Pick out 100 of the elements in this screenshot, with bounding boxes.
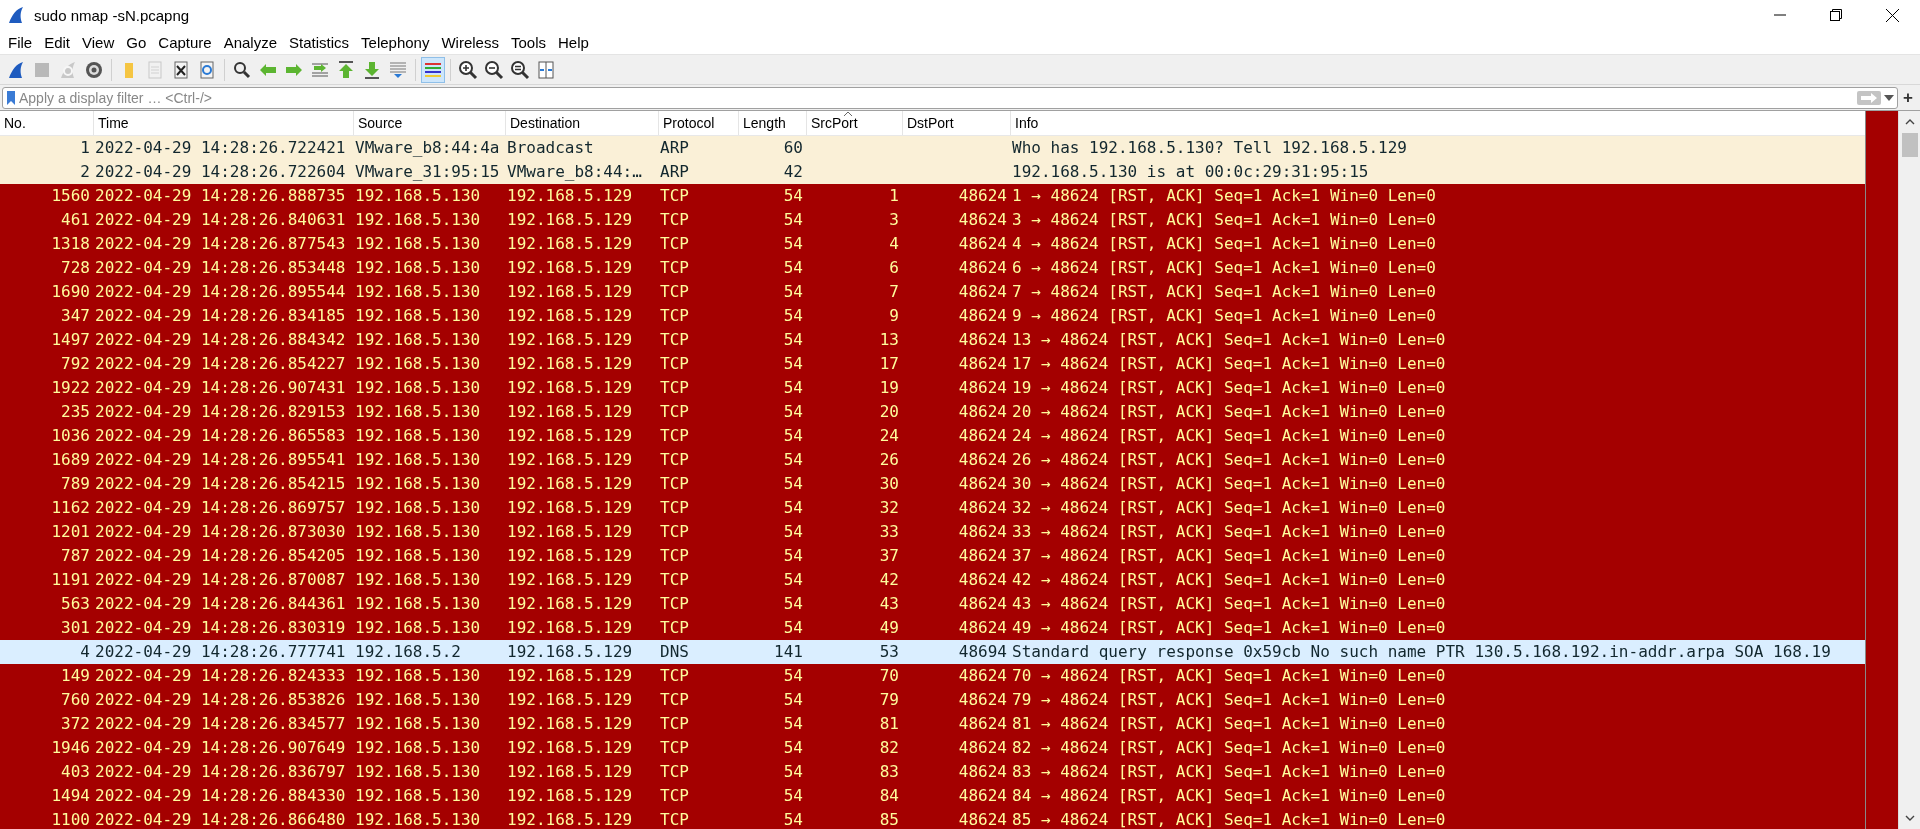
table-cell-text: 192.168.5.129 (506, 497, 634, 519)
packet-row[interactable]: 1162 2022-04-29 14:28:26.869757 192.168.5.130 192.168.5.129 TCP 54 32 48624 32 → 48624 [RST, ACK] Seq=1 Ack=1 Win=0 Len=0 (0, 496, 1865, 520)
packet-row[interactable]: 563 2022-04-29 14:28:26.844361 192.168.5.130 192.168.5.129 TCP 54 43 48624 43 → 48624 [RST, ACK] Seq=1 Ack=1 Win=0 Len=0 (0, 592, 1865, 616)
packet-row[interactable]: 1191 2022-04-29 14:28:26.870087 192.168.5.130 192.168.5.129 TCP 54 42 48624 42 → 48624 [RST, ACK] Seq=1 Ack=1 Win=0 Len=0 (0, 568, 1865, 592)
table-cell-text: 192.168.5.129 (506, 593, 634, 615)
packet-row[interactable]: 149 2022-04-29 14:28:26.824333 192.168.5.130 192.168.5.129 TCP 54 70 48624 70 → 48624 [RST, ACK] Seq=1 Ack=1 Win=0 Len=0 (0, 664, 1865, 688)
table-cell-text: 192.168.5.129 (506, 641, 634, 663)
packet-row[interactable]: 403 2022-04-29 14:28:26.836797 192.168.5.130 192.168.5.129 TCP 54 83 48624 83 → 48624 [RST, ACK] Seq=1 Ack=1 Win=0 Len=0 (0, 760, 1865, 784)
menu-item[interactable]: Statistics (283, 31, 356, 53)
packet-row[interactable]: 347 2022-04-29 14:28:26.834185 192.168.5.130 192.168.5.129 TCP 54 9 48624 9 → 48624 [RST, ACK] Seq=1 Ack=1 Win=0 Len=0 (0, 304, 1865, 328)
packet-row[interactable]: 1318 2022-04-29 14:28:26.877543 192.168.5.130 192.168.5.129 TCP 54 4 48624 4 → 48624 [RST, ACK] Seq=1 Ack=1 Win=0 Len=0 (0, 232, 1865, 256)
packet-row[interactable]: 728 2022-04-29 14:28:26.853448 192.168.5.130 192.168.5.129 TCP 54 6 48624 6 → 48624 [RST, ACK] Seq=1 Ack=1 Win=0 Len=0 (0, 256, 1865, 280)
menu-item[interactable]: View (76, 31, 121, 53)
menu-item[interactable]: Help (552, 31, 595, 53)
table-cell-text: 403 (60, 761, 91, 783)
table-cell-text: 42 (782, 161, 804, 183)
bookmark-button[interactable] (6, 89, 16, 106)
packet-row[interactable]: 372 2022-04-29 14:28:26.834577 192.168.5.130 192.168.5.129 TCP 54 81 48624 81 → 48624 [RST, ACK] Seq=1 Ack=1 Win=0 Len=0 (0, 712, 1865, 736)
packet-row[interactable]: 787 2022-04-29 14:28:26.854205 192.168.5.130 192.168.5.129 TCP 54 37 48624 37 → 48624 [RST, ACK] Seq=1 Ack=1 Win=0 Len=0 (0, 544, 1865, 568)
table-cell-text: TCP (659, 185, 690, 207)
table-cell-text: 192.168.5.129 (506, 545, 634, 567)
table-cell-text: 54 (782, 665, 804, 687)
packet-row[interactable]: 1560 2022-04-29 14:28:26.888735 192.168.5.130 192.168.5.129 TCP 54 1 48624 1 → 48624 [RST, ACK] Seq=1 Ack=1 Win=0 Len=0 (0, 184, 1865, 208)
add-filter-button[interactable]: + (1898, 87, 1918, 108)
column-header[interactable]: Destination (505, 111, 658, 135)
packet-row[interactable]: 789 2022-04-29 14:28:26.854215 192.168.5.130 192.168.5.129 TCP 54 30 48624 30 → 48624 [RST, ACK] Seq=1 Ack=1 Win=0 Len=0 (0, 472, 1865, 496)
column-header[interactable]: Length (738, 111, 806, 135)
menu-item[interactable]: Analyze (217, 31, 284, 53)
table-cell-text: 2022-04-29 14:28:26.836797 (94, 761, 347, 783)
table-cell-text: 42 → 48624 [RST, ACK] Seq=1 Ack=1 Win=0 Len=0 (1011, 569, 1447, 591)
table-cell-text: 1162 (50, 497, 91, 519)
packet-row[interactable]: 1494 2022-04-29 14:28:26.884330 192.168.5.130 192.168.5.129 TCP 54 84 48624 84 → 48624 [RST, ACK] Seq=1 Ack=1 Win=0 Len=0 (0, 784, 1865, 808)
column-header[interactable]: Protocol (658, 111, 738, 135)
packet-row[interactable]: 792 2022-04-29 14:28:26.854227 192.168.5.130 192.168.5.129 TCP 54 17 48624 17 → 48624 [RST, ACK] Seq=1 Ack=1 Win=0 Len=0 (0, 352, 1865, 376)
table-cell-text: TCP (659, 473, 690, 495)
column-header[interactable]: Source (353, 111, 505, 135)
table-cell-text: TCP (659, 593, 690, 615)
display-filter-field[interactable]: Apply a display filter … <Ctrl-/> (2, 86, 1899, 109)
table-cell-text: 192.168.5.130 (354, 401, 482, 423)
table-cell-text: TCP (659, 209, 690, 231)
packet-row[interactable]: 301 2022-04-29 14:28:26.830319 192.168.5.130 192.168.5.129 TCP 54 49 48624 49 → 48624 [RST, ACK] Seq=1 Ack=1 Win=0 Len=0 (0, 616, 1865, 640)
table-cell-text: 54 (782, 473, 804, 495)
document-icon (145, 59, 165, 80)
packet-row[interactable]: 1946 2022-04-29 14:28:26.907649 192.168.5.130 192.168.5.129 TCP 54 82 48624 82 → 48624 [RST, ACK] Seq=1 Ack=1 Win=0 Len=0 (0, 736, 1865, 760)
table-cell-text: 54 (782, 353, 804, 375)
table-cell-text: 54 (782, 521, 804, 543)
menu-item[interactable]: Tools (504, 31, 552, 53)
table-cell-text: TCP (659, 521, 690, 543)
packet-row[interactable]: 1497 2022-04-29 14:28:26.884342 192.168.5.130 192.168.5.129 TCP 54 13 48624 13 → 48624 [RST, ACK] Seq=1 Ack=1 Win=0 Len=0 (0, 328, 1865, 352)
table-cell-text: 24 → 48624 [RST, ACK] Seq=1 Ack=1 Win=0 Len=0 (1011, 425, 1447, 447)
table-cell-text: 192.168.5.129 (506, 377, 634, 399)
packet-row[interactable]: 2 2022-04-29 14:28:26.722604 VMware_31:95:15 VMware_b8:44:… ARP 42 192.168.5.130 is at 00:0c:29:31:95:15 (0, 160, 1865, 184)
column-header[interactable]: Time (93, 111, 353, 135)
table-cell-text: 7 → 48624 [RST, ACK] Seq=1 Ack=1 Win=0 Len=0 (1011, 281, 1437, 303)
table-cell-text: 192.168.5.130 (354, 569, 482, 591)
filter-input[interactable]: Apply a display filter … <Ctrl-/> (19, 89, 1855, 106)
table-cell-text: 33 → 48624 [RST, ACK] Seq=1 Ack=1 Win=0 Len=0 (1011, 521, 1447, 543)
packet-row[interactable]: 1689 2022-04-29 14:28:26.895541 192.168.5.130 192.168.5.129 TCP 54 26 48624 26 → 48624 [RST, ACK] Seq=1 Ack=1 Win=0 Len=0 (0, 448, 1865, 472)
menu-item[interactable]: Telephony (355, 31, 436, 53)
menu-item[interactable]: Wireless (435, 31, 505, 53)
packet-row[interactable]: 461 2022-04-29 14:28:26.840631 192.168.5.130 192.168.5.129 TCP 54 3 48624 3 → 48624 [RST, ACK] Seq=1 Ack=1 Win=0 Len=0 (0, 208, 1865, 232)
packet-row[interactable]: 1036 2022-04-29 14:28:26.865583 192.168.5.130 192.168.5.129 TCP 54 24 48624 24 → 48624 [RST, ACK] Seq=1 Ack=1 Win=0 Len=0 (0, 424, 1865, 448)
menu-item[interactable]: File (2, 31, 39, 53)
toolbar-button[interactable] (421, 56, 445, 83)
table-cell-text: 37 (878, 545, 900, 567)
scrollbar[interactable] (1898, 111, 1920, 829)
menu-item[interactable]: Edit (38, 31, 77, 53)
dropdown-button[interactable] (1884, 94, 1895, 101)
table-cell-text: 4 → 48624 [RST, ACK] Seq=1 Ack=1 Win=0 Len=0 (1011, 233, 1437, 255)
packet-row[interactable]: 1201 2022-04-29 14:28:26.873030 192.168.5.130 192.168.5.129 TCP 54 33 48624 33 → 48624 [RST, ACK] Seq=1 Ack=1 Win=0 Len=0 (0, 520, 1865, 544)
packet-row[interactable]: 4 2022-04-29 14:28:26.777741 192.168.5.2 192.168.5.129 DNS 141 53 48694 Standard query response 0x59cb No such name PTR 130.5.168.192.in-addr.arpa SOA 168.19 (0, 640, 1865, 664)
menu-item[interactable]: Capture (152, 31, 218, 53)
table-cell-text: TCP (659, 233, 690, 255)
packet-row[interactable]: 235 2022-04-29 14:28:26.829153 192.168.5.130 192.168.5.129 TCP 54 20 48624 20 → 48624 [RST, ACK] Seq=1 Ack=1 Win=0 Len=0 (0, 400, 1865, 424)
table-cell-text: 2022-04-29 14:28:26.895541 (94, 449, 347, 471)
table-cell-text: 54 (782, 713, 804, 735)
table-cell-text: 83 → 48624 [RST, ACK] Seq=1 Ack=1 Win=0 Len=0 (1011, 761, 1447, 783)
table-cell-text: 48624 (957, 737, 1008, 759)
table-cell-text: 79 (878, 689, 900, 711)
table-cell-text: 192.168.5.130 (354, 257, 482, 279)
packet-row[interactable]: 1922 2022-04-29 14:28:26.907431 192.168.5.130 192.168.5.129 TCP 54 19 48624 19 → 48624 [RST, ACK] Seq=1 Ack=1 Win=0 Len=0 (0, 376, 1865, 400)
table-cell-text: 54 (782, 569, 804, 591)
packet-row[interactable]: 1100 2022-04-29 14:28:26.866480 192.168.5.130 192.168.5.129 TCP 54 85 48624 85 → 48624 [RST, ACK] Seq=1 Ack=1 Win=0 Len=0 (0, 808, 1865, 829)
packet-row[interactable]: 1 2022-04-29 14:28:26.722421 VMware_b8:44:4a Broadcast ARP 60 Who has 192.168.5.130? Tell 192.168.5.129 (0, 136, 1865, 160)
table-cell-text: 192.168.5.130 (354, 185, 482, 207)
column-header[interactable]: No. (0, 111, 93, 135)
table-cell-text: 192.168.5.129 (506, 185, 634, 207)
menu-item[interactable]: Go (120, 31, 153, 53)
packet-row[interactable]: 760 2022-04-29 14:28:26.853826 192.168.5.130 192.168.5.129 TCP 54 79 48624 79 → 48624 [RST, ACK] Seq=1 Ack=1 Win=0 Len=0 (0, 688, 1865, 712)
table-cell-text: 48624 (957, 329, 1008, 351)
column-header[interactable]: DstPort (902, 111, 1010, 135)
table-cell-text: 48694 (957, 641, 1008, 663)
caret-icon (1884, 94, 1895, 101)
table-cell-text: 70 (878, 665, 900, 687)
restart-icon (58, 59, 78, 80)
table-cell-text: 3 (888, 209, 900, 231)
scroll-thumb[interactable] (1901, 133, 1918, 157)
table-cell-text: 37 → 48624 [RST, ACK] Seq=1 Ack=1 Win=0 Len=0 (1011, 545, 1447, 567)
packet-row[interactable]: 1690 2022-04-29 14:28:26.895544 192.168.5.130 192.168.5.129 TCP 54 7 48624 7 → 48624 [RST, ACK] Seq=1 Ack=1 Win=0 Len=0 (0, 280, 1865, 304)
column-header[interactable]: SrcPort (806, 111, 902, 135)
